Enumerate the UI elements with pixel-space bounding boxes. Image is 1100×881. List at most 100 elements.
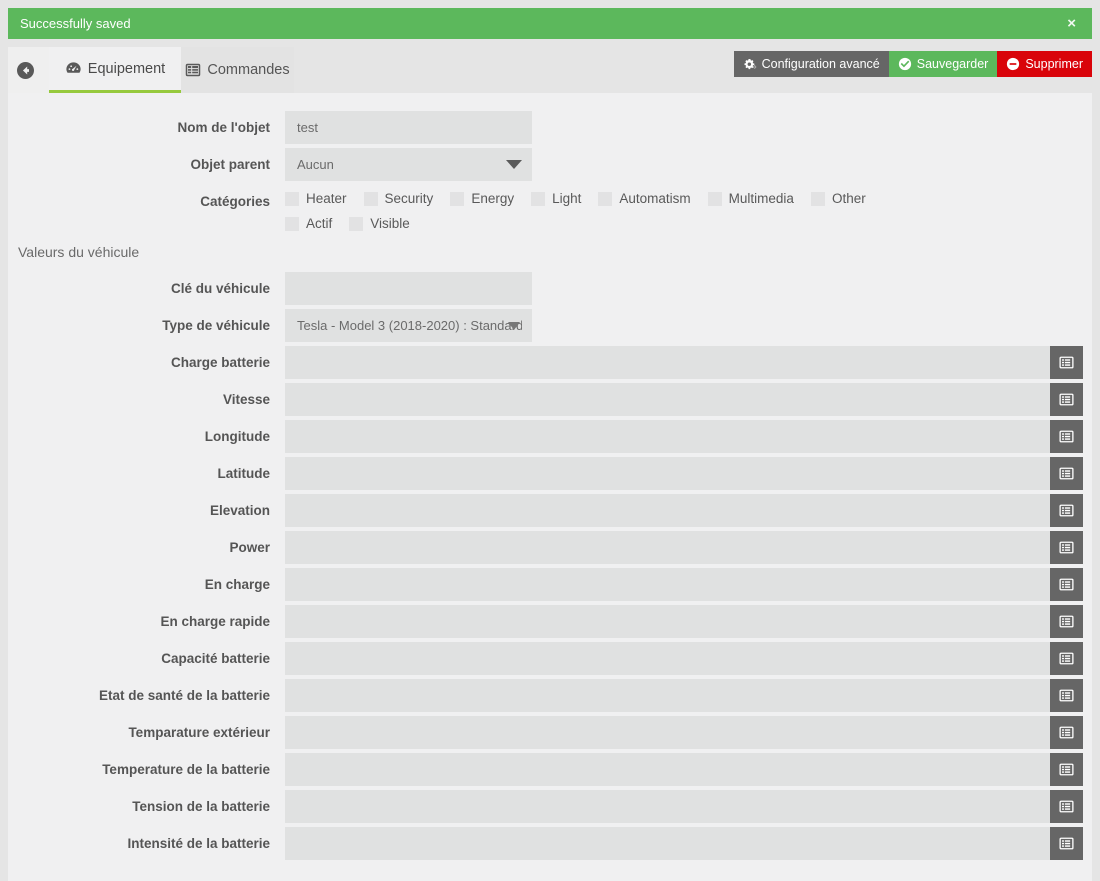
checkbox-other[interactable]: Other <box>810 189 866 209</box>
metric-input[interactable] <box>285 568 1050 601</box>
metric-input[interactable] <box>285 827 1050 860</box>
metric-row-0: Charge batterie <box>8 346 1092 383</box>
metric-input[interactable] <box>285 531 1050 564</box>
tab-commandes[interactable]: Commandes <box>181 47 294 93</box>
object-name-input[interactable] <box>285 111 532 144</box>
metric-history-button[interactable] <box>1050 605 1083 638</box>
metric-row-11: Temperature de la batterie <box>8 753 1092 790</box>
alert-close-icon[interactable]: × <box>1063 14 1080 33</box>
metric-input[interactable] <box>285 679 1050 712</box>
metric-history-button[interactable] <box>1050 679 1083 712</box>
metric-input[interactable] <box>285 716 1050 749</box>
back-button[interactable] <box>8 47 49 93</box>
metric-input[interactable] <box>285 642 1050 675</box>
checkbox-box-icon <box>285 192 299 206</box>
metric-input[interactable] <box>285 494 1050 527</box>
save-button[interactable]: Sauvegarder <box>888 51 998 77</box>
list-alt-icon <box>1059 503 1074 518</box>
metric-history-button[interactable] <box>1050 346 1083 379</box>
metric-input[interactable] <box>285 346 1050 379</box>
tab-equipement[interactable]: Equipement <box>49 47 181 93</box>
checkbox-other-label: Other <box>831 191 866 206</box>
save-button-label: Sauvegarder <box>916 56 989 71</box>
checkbox-security[interactable]: Security <box>363 189 434 209</box>
checkbox-box-icon <box>810 192 825 206</box>
metric-history-button[interactable] <box>1050 420 1083 453</box>
checkbox-actif[interactable]: Actif <box>285 214 332 234</box>
checkbox-box-icon <box>349 217 364 231</box>
vehicle-key-input[interactable] <box>285 272 532 305</box>
field-row-categories: Catégories Heater Security Energy Light <box>8 185 1092 234</box>
checkbox-light[interactable]: Light <box>531 189 581 209</box>
field-row-parent-object: Objet parent Aucun <box>8 148 1092 185</box>
metric-history-button[interactable] <box>1050 531 1083 564</box>
advanced-configuration-button[interactable]: Configuration avancé <box>733 51 889 77</box>
metric-label: Tension de la batterie <box>132 799 270 814</box>
checkbox-box-icon <box>598 192 613 206</box>
checkbox-multimedia[interactable]: Multimedia <box>707 189 794 209</box>
checkbox-box-icon <box>450 192 465 206</box>
object-name-label: Nom de l'objet <box>177 120 270 135</box>
checkbox-security-label: Security <box>384 191 434 206</box>
metric-history-button[interactable] <box>1050 716 1083 749</box>
metric-input[interactable] <box>285 790 1050 823</box>
flags-checkbox-group: Actif Visible <box>285 209 1092 234</box>
metric-label: Charge batterie <box>170 355 270 370</box>
metric-label: Latitude <box>217 466 271 481</box>
checkbox-visible[interactable]: Visible <box>349 214 410 234</box>
checkbox-heater[interactable]: Heater <box>285 189 347 209</box>
arrow-circle-left-icon <box>17 61 34 79</box>
metric-input[interactable] <box>285 420 1050 453</box>
field-row-object-name: Nom de l'objet <box>8 111 1092 148</box>
action-button-group: Configuration avancé Sauvegarder Supprim… <box>733 51 1092 77</box>
checkbox-energy[interactable]: Energy <box>450 189 514 209</box>
metric-history-button[interactable] <box>1050 568 1083 601</box>
metric-label: Intensité de la batterie <box>127 836 270 851</box>
checkbox-automatism-label: Automatism <box>619 191 691 206</box>
metric-input[interactable] <box>285 753 1050 786</box>
metric-label: Vitesse <box>222 392 270 407</box>
metric-label: Temparature extérieur <box>128 725 270 740</box>
metric-input[interactable] <box>285 383 1050 416</box>
minus-circle-icon <box>1006 57 1020 71</box>
metric-history-button[interactable] <box>1050 494 1083 527</box>
metric-row-8: Capacité batterie <box>8 642 1092 679</box>
alert-message: Successfully saved <box>20 16 131 31</box>
list-alt-icon <box>1059 799 1074 814</box>
delete-button-label: Supprimer <box>1025 56 1083 71</box>
metric-label: En charge rapide <box>160 614 270 629</box>
parent-object-label: Objet parent <box>190 157 270 172</box>
cogs-icon <box>743 58 757 71</box>
metric-row-5: Power <box>8 531 1092 568</box>
list-alt-icon <box>1059 392 1074 407</box>
delete-button[interactable]: Supprimer <box>997 51 1092 77</box>
metric-input[interactable] <box>285 605 1050 638</box>
metric-history-button[interactable] <box>1050 753 1083 786</box>
categories-checkbox-group: Heater Security Energy Light Automatism <box>285 185 1092 209</box>
categories-label: Catégories <box>200 194 270 209</box>
metric-row-1: Vitesse <box>8 383 1092 420</box>
metric-history-button[interactable] <box>1050 790 1083 823</box>
metric-row-13: Intensité de la batterie <box>8 827 1092 864</box>
vehicle-key-label: Clé du véhicule <box>170 281 270 296</box>
parent-object-select[interactable]: Aucun <box>285 148 532 181</box>
vehicle-type-select[interactable]: Tesla - Model 3 (2018-2020) : Standard R <box>285 309 532 342</box>
check-circle-icon <box>898 57 912 71</box>
checkbox-box-icon <box>285 217 299 231</box>
metric-input[interactable] <box>285 457 1050 490</box>
metric-label: Temperature de la batterie <box>102 762 270 777</box>
metric-history-button[interactable] <box>1050 383 1083 416</box>
checkbox-box-icon <box>707 192 722 206</box>
checkbox-automatism[interactable]: Automatism <box>598 189 691 209</box>
tachometer-icon <box>65 60 82 77</box>
metric-history-button[interactable] <box>1050 642 1083 675</box>
tab-equipement-label: Equipement <box>87 60 166 77</box>
metric-history-button[interactable] <box>1050 827 1083 860</box>
list-alt-icon <box>1059 651 1074 666</box>
metric-row-2: Longitude <box>8 420 1092 457</box>
metric-history-button[interactable] <box>1050 457 1083 490</box>
metric-label: En charge <box>204 577 270 592</box>
metric-row-7: En charge rapide <box>8 605 1092 642</box>
checkbox-light-label: Light <box>552 191 582 206</box>
vehicle-type-label: Type de véhicule <box>162 318 270 333</box>
